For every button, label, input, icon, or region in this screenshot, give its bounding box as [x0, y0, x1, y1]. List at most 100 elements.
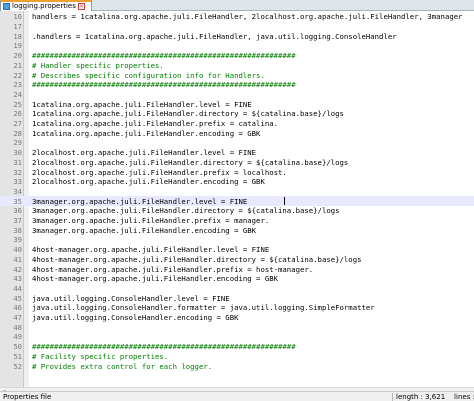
- line-number: 23: [13, 80, 22, 90]
- code-line[interactable]: 42 4host-manager.org.apache.juli.FileHand…: [0, 264, 474, 274]
- line-number: 45: [13, 293, 22, 303]
- line-number: 50: [13, 342, 22, 352]
- comment-text: ########################################…: [32, 342, 296, 352]
- line-number: 44: [13, 283, 22, 293]
- code-text: 2localhost.org.apache.juli.FileHandler.p…: [32, 167, 287, 177]
- line-number: 36: [13, 206, 22, 216]
- line-number: 29: [13, 138, 22, 148]
- line-number: 19: [13, 41, 22, 51]
- code-text: 4host-manager.org.apache.juli.FileHandle…: [32, 274, 279, 284]
- code-line[interactable]: 40 4host-manager.org.apache.juli.FileHand…: [0, 245, 474, 255]
- line-number: 39: [13, 235, 22, 245]
- line-number: 46: [13, 303, 22, 313]
- line-number: 24: [13, 89, 22, 99]
- code-text: java.util.logging.ConsoleHandler.encodin…: [32, 313, 239, 323]
- code-line[interactable]: 49: [0, 332, 474, 342]
- status-divider: [392, 393, 393, 401]
- code-line[interactable]: 21 # Handler specific properties.: [0, 61, 474, 71]
- text-caret: [284, 197, 285, 206]
- code-line[interactable]: 17: [0, 22, 474, 32]
- code-line[interactable]: 32 2localhost.org.apache.juli.FileHandler…: [0, 167, 474, 177]
- code-line[interactable]: 30 2localhost.org.apache.juli.FileHandler…: [0, 148, 474, 158]
- code-line[interactable]: 41 4host-manager.org.apache.juli.FileHand…: [0, 255, 474, 265]
- line-number: 28: [13, 128, 22, 138]
- code-text: 1catalina.org.apache.juli.FileHandler.le…: [32, 99, 252, 109]
- code-line[interactable]: 51 # Facility specific properties.: [0, 352, 474, 362]
- comment-text: # Handler specific properties.: [32, 60, 164, 70]
- line-number: 38: [13, 225, 22, 235]
- code-line[interactable]: 52 # Provides extra control for each logg…: [0, 361, 474, 371]
- comment-text: ########################################…: [32, 51, 296, 61]
- code-line[interactable]: 45 java.util.logging.ConsoleHandler.level…: [0, 293, 474, 303]
- line-number: 42: [13, 264, 22, 274]
- line-number: 22: [13, 70, 22, 80]
- line-number: 49: [13, 332, 22, 342]
- code-text: 4host-manager.org.apache.juli.FileHandle…: [32, 264, 314, 274]
- code-line[interactable]: 48: [0, 322, 474, 332]
- line-number: 41: [13, 254, 22, 264]
- code-editor[interactable]: 16 handlers = 1catalina.org.apache.juli.F…: [0, 11, 474, 392]
- code-line[interactable]: 33 2localhost.org.apache.juli.FileHandler…: [0, 177, 474, 187]
- line-number: 18: [13, 31, 22, 41]
- code-text: 2localhost.org.apache.juli.FileHandler.d…: [32, 157, 349, 167]
- code-text: 3manager.org.apache.juli.FileHandler.pre…: [32, 216, 270, 226]
- code-line[interactable]: 16 handlers = 1catalina.org.apache.juli.F…: [0, 12, 474, 22]
- code-line[interactable]: 36 3manager.org.apache.juli.FileHandler.d…: [0, 206, 474, 216]
- code-line[interactable]: 25 1catalina.org.apache.juli.FileHandler.…: [0, 99, 474, 109]
- line-number: 31: [13, 157, 22, 167]
- code-line[interactable]: 31 2localhost.org.apache.juli.FileHandler…: [0, 158, 474, 168]
- code-line[interactable]: 23 ######################################…: [0, 80, 474, 90]
- code-line[interactable]: 24: [0, 90, 474, 100]
- line-number: 40: [13, 245, 22, 255]
- code-line[interactable]: 37 3manager.org.apache.juli.FileHandler.p…: [0, 216, 474, 226]
- line-number: 26: [13, 109, 22, 119]
- comment-text: # Describes specific configuration info …: [32, 70, 265, 80]
- code-text: 4host-manager.org.apache.juli.FileHandle…: [32, 254, 362, 264]
- code-line[interactable]: 38 3manager.org.apache.juli.FileHandler.e…: [0, 225, 474, 235]
- code-line[interactable]: 26 1catalina.org.apache.juli.FileHandler.…: [0, 109, 474, 119]
- line-number: 37: [13, 216, 22, 226]
- file-type-label: Properties file: [3, 393, 52, 401]
- code-line[interactable]: 18 .handlers = 1catalina.org.apache.juli.…: [0, 31, 474, 41]
- code-line[interactable]: 47 java.util.logging.ConsoleHandler.encod…: [0, 313, 474, 323]
- line-number: 43: [13, 274, 22, 284]
- code-text: 3manager.org.apache.juli.FileHandler.lev…: [32, 196, 248, 206]
- line-number: 25: [13, 99, 22, 109]
- code-text: 4host-manager.org.apache.juli.FileHandle…: [32, 245, 270, 255]
- line-number: 35: [13, 196, 22, 206]
- code-line[interactable]: 29: [0, 138, 474, 148]
- file-icon: [3, 3, 10, 10]
- close-icon[interactable]: ×: [77, 3, 85, 10]
- line-number: 52: [13, 361, 22, 371]
- code-line[interactable]: 44: [0, 284, 474, 294]
- code-line[interactable]: 39: [0, 235, 474, 245]
- tab-logging-properties[interactable]: logging.properties ×: [0, 0, 92, 11]
- line-number: 16: [13, 12, 22, 22]
- line-number: 20: [13, 51, 22, 61]
- code-line[interactable]: 35 3manager.org.apache.juli.FileHandler.l…: [0, 196, 474, 206]
- line-number: 32: [13, 167, 22, 177]
- code-line[interactable]: 19: [0, 41, 474, 51]
- line-number: 17: [13, 22, 22, 32]
- line-number: 30: [13, 148, 22, 158]
- code-text: 1catalina.org.apache.juli.FileHandler.di…: [32, 109, 344, 119]
- code-line[interactable]: 20 ######################################…: [0, 51, 474, 61]
- code-line[interactable]: 22 # Describes specific configuration inf…: [0, 70, 474, 80]
- code-line[interactable]: 28 1catalina.org.apache.juli.FileHandler.…: [0, 128, 474, 138]
- code-line[interactable]: 50 ######################################…: [0, 342, 474, 352]
- comment-text: ########################################…: [32, 80, 296, 90]
- code-line[interactable]: 27 1catalina.org.apache.juli.FileHandler.…: [0, 119, 474, 129]
- code-line[interactable]: 43 4host-manager.org.apache.juli.FileHand…: [0, 274, 474, 284]
- status-bar: Properties file length : 3,621 lines : 7…: [0, 391, 474, 401]
- line-number: 27: [13, 119, 22, 129]
- comment-text: # Provides extra control for each logger…: [32, 361, 213, 371]
- code-text: 1catalina.org.apache.juli.FileHandler.pr…: [32, 119, 279, 129]
- code-line[interactable]: 34: [0, 187, 474, 197]
- code-text: handlers = 1catalina.org.apache.juli.Fil…: [32, 12, 463, 22]
- code-line[interactable]: 46 java.util.logging.ConsoleHandler.forma…: [0, 303, 474, 313]
- length-lines-label: length : 3,621 lines : 70: [396, 393, 474, 401]
- line-number: 21: [13, 60, 22, 70]
- code-text: java.util.logging.ConsoleHandler.formatt…: [32, 303, 375, 313]
- line-number: 47: [13, 313, 22, 323]
- code-text: java.util.logging.ConsoleHandler.level =…: [32, 293, 230, 303]
